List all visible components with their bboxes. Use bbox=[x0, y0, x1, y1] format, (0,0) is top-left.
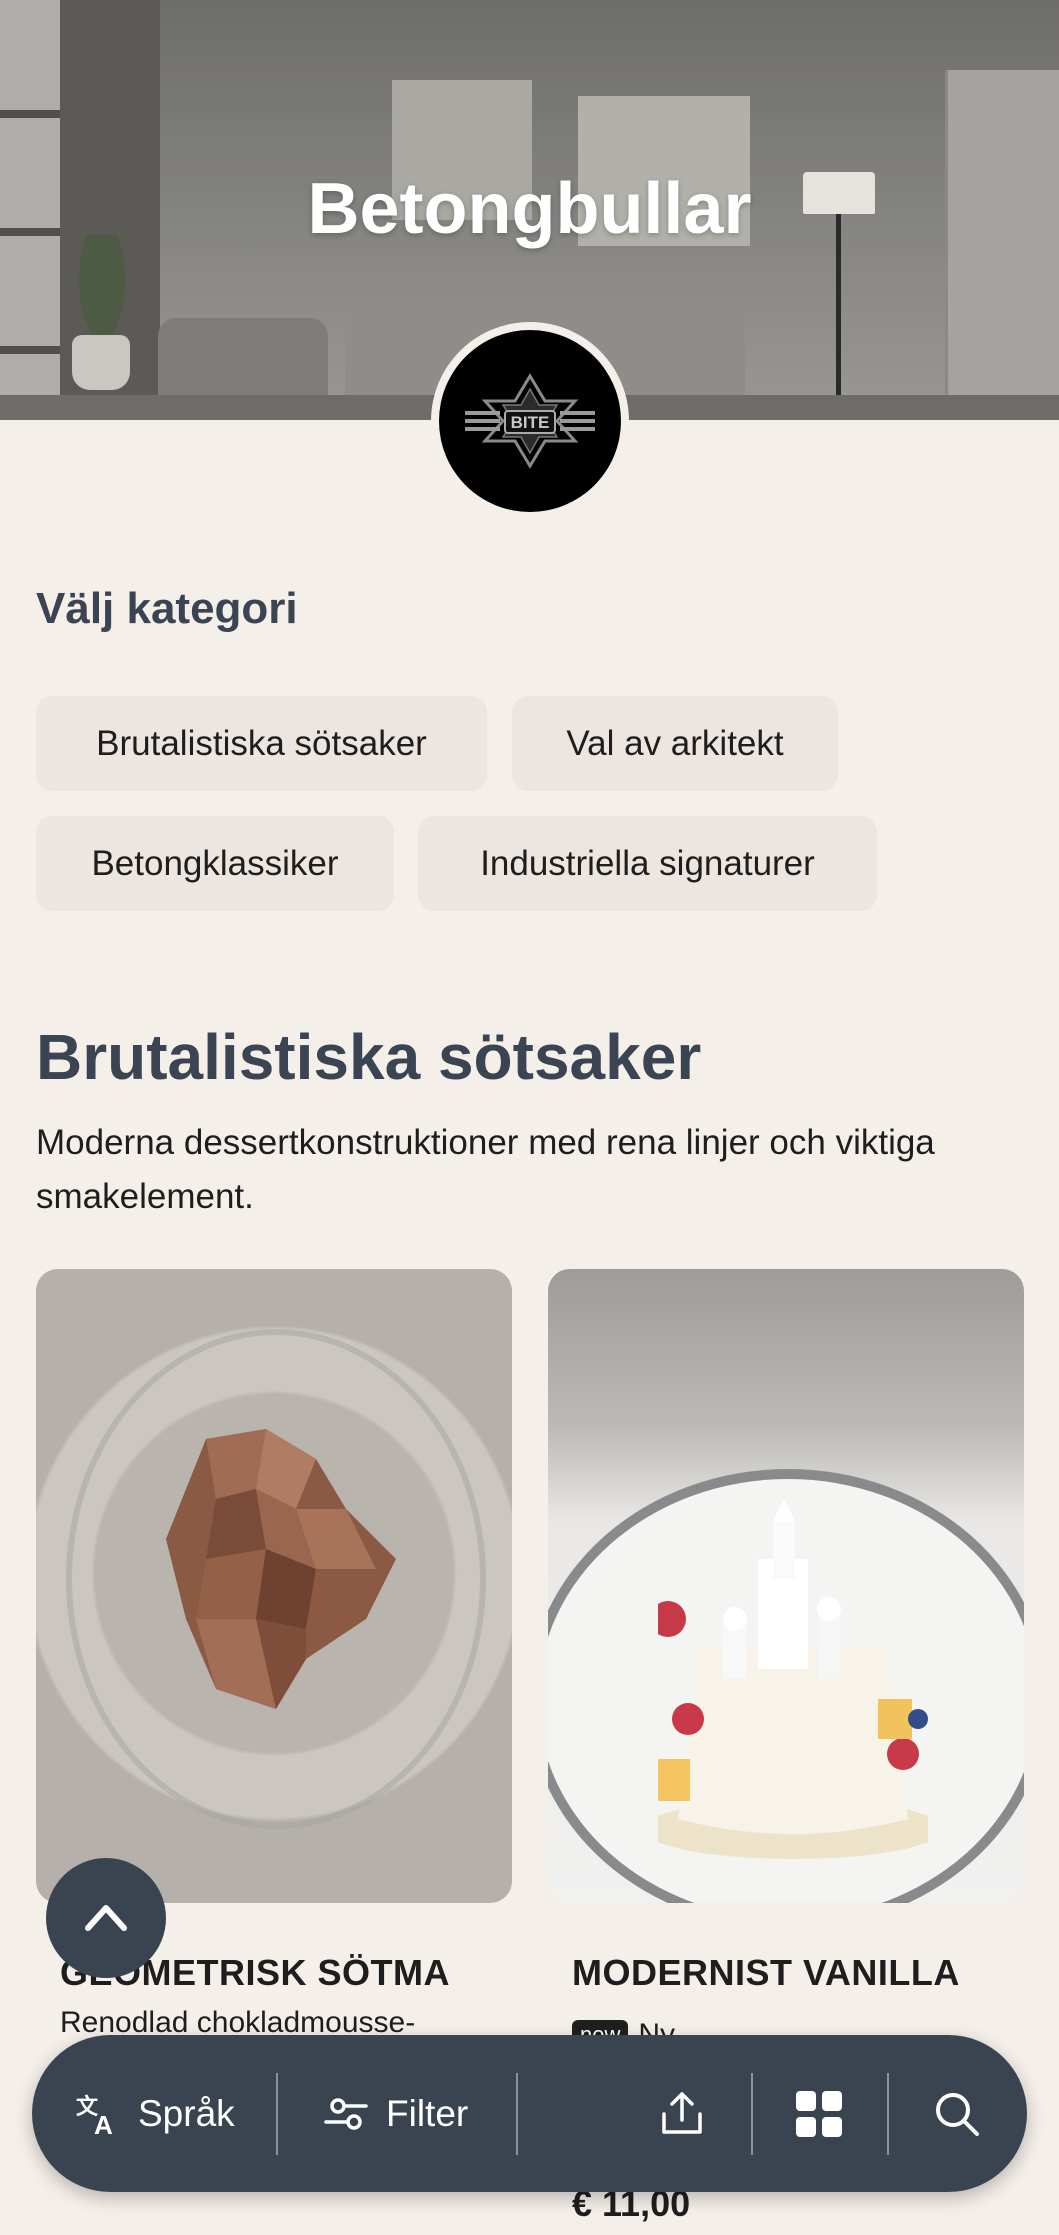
toolbar-divider bbox=[887, 2073, 889, 2155]
language-button[interactable]: 文 A Språk bbox=[74, 2035, 235, 2192]
chocolate-dessert-image bbox=[166, 1429, 396, 1709]
product-name[interactable]: MODERNIST VANILLA bbox=[572, 1952, 960, 1994]
bottom-toolbar: 文 A Språk Filter bbox=[32, 2035, 1027, 2192]
chip-label: Brutalistiska sötsaker bbox=[96, 723, 427, 763]
category-heading: Välj kategori bbox=[36, 584, 298, 633]
filter-label: Filter bbox=[386, 2092, 469, 2134]
search-button[interactable] bbox=[931, 2035, 983, 2192]
section-title: Brutalistiska sötsaker bbox=[36, 1021, 702, 1093]
toolbar-divider bbox=[276, 2073, 278, 2155]
share-button[interactable] bbox=[656, 2035, 708, 2192]
svg-text:A: A bbox=[94, 2110, 113, 2138]
translate-icon: 文 A bbox=[76, 2094, 113, 2138]
filter-icon bbox=[324, 2097, 368, 2130]
chip-label: Betongklassiker bbox=[91, 843, 339, 883]
restaurant-title: Betongbullar bbox=[307, 169, 752, 249]
toolbar-divider bbox=[516, 2073, 518, 2155]
chevron-up-icon bbox=[85, 1905, 127, 1931]
share-icon bbox=[662, 2091, 702, 2134]
chip-label: Industriella signaturer bbox=[480, 843, 815, 883]
vanilla-dessert-image bbox=[658, 1499, 928, 1859]
toolbar-divider bbox=[751, 2073, 753, 2155]
logo-mark: BITE bbox=[465, 373, 595, 469]
category-chip-brutalistiska[interactable]: Brutalistiska sötsaker bbox=[36, 696, 487, 791]
category-chip-val-av-arkitekt[interactable]: Val av arkitekt bbox=[512, 696, 838, 791]
product-image-geometrisk[interactable] bbox=[36, 1269, 512, 1903]
language-label: Språk bbox=[138, 2092, 235, 2134]
category-chip-industriella[interactable]: Industriella signaturer bbox=[418, 816, 877, 911]
chip-label: Val av arkitekt bbox=[566, 723, 784, 763]
section-description: Moderna dessertkonstruktioner med rena l… bbox=[36, 1123, 935, 1216]
grid-icon bbox=[796, 2090, 842, 2137]
search-icon bbox=[936, 2092, 979, 2136]
product-image-modernist-vanilla[interactable] bbox=[548, 1269, 1024, 1903]
filter-button[interactable]: Filter bbox=[322, 2035, 468, 2192]
grid-view-button[interactable] bbox=[794, 2035, 844, 2192]
category-chip-betongklassiker[interactable]: Betongklassiker bbox=[36, 816, 394, 911]
scroll-to-top-button[interactable] bbox=[46, 1858, 166, 1978]
logo-text: BITE bbox=[511, 413, 550, 432]
restaurant-logo: BITE bbox=[431, 322, 629, 520]
